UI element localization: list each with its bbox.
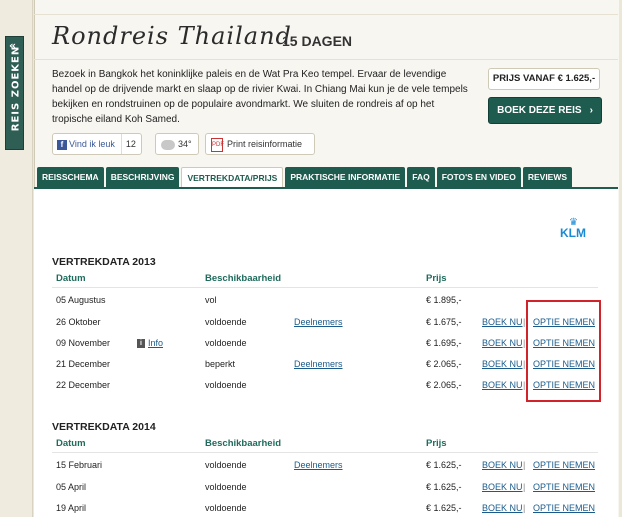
info-label[interactable]: Info	[148, 338, 163, 348]
tab-reisschema[interactable]: REISSCHEMA	[37, 167, 104, 187]
column-header-price: Prijs	[426, 438, 447, 449]
reis-zoeken-label: REIS ZOEKEN	[10, 45, 22, 132]
tab-beschrijving[interactable]: BESCHRIJVING	[105, 167, 180, 187]
column-header-availability: Beschikbaarheid	[205, 438, 282, 449]
tab-reviews[interactable]: REVIEWS	[522, 167, 573, 187]
book-now-link[interactable]: BOEK NU	[482, 482, 523, 492]
column-header-availability: Beschikbaarheid	[205, 273, 282, 284]
facebook-like-button[interactable]: f Vind ik leuk 12	[52, 133, 142, 155]
klm-logo: ♛ KLM	[553, 217, 593, 239]
link-separator: |	[523, 482, 526, 492]
klm-logo-text: KLM	[560, 226, 586, 240]
info-link[interactable]: i Info	[137, 338, 163, 349]
section-title-2014: VERTREKDATA 2014	[52, 421, 156, 433]
book-now-link[interactable]: BOEK NU	[482, 317, 523, 327]
take-option-link[interactable]: OPTIE NEMEN	[533, 482, 595, 492]
book-now-link[interactable]: BOEK NU	[482, 503, 523, 513]
row-date: 22 December	[56, 380, 111, 390]
take-option-link[interactable]: OPTIE NEMEN	[533, 503, 595, 513]
facebook-like-label: Vind ik leuk	[69, 139, 115, 149]
trip-days: 15 DAGEN	[282, 33, 353, 49]
link-separator: |	[523, 460, 526, 470]
sidebar: « REIS ZOEKEN	[0, 0, 33, 517]
row-availability: voldoende	[205, 482, 247, 492]
row-date: 05 April	[56, 482, 87, 492]
row-availability: voldoende	[205, 338, 247, 348]
row-price: € 1.895,-	[426, 295, 462, 305]
row-date: 09 November	[56, 338, 111, 348]
book-now-link[interactable]: BOEK NU	[482, 359, 523, 369]
column-header-price: Prijs	[426, 273, 447, 284]
print-info-button[interactable]: PDF Print reisinformatie	[205, 133, 315, 155]
print-info-label: Print reisinformatie	[227, 139, 303, 149]
participants-link[interactable]: Deelnemers	[294, 460, 343, 470]
section-title-2013: VERTREKDATA 2013	[52, 256, 156, 268]
column-header-date: Datum	[56, 438, 86, 449]
tab-faq[interactable]: FAQ	[407, 167, 435, 187]
header-divider	[52, 452, 598, 453]
book-trip-label: BOEK DEZE REIS	[497, 105, 582, 116]
facebook-icon: f	[57, 139, 67, 150]
column-header-date: Datum	[56, 273, 86, 284]
row-price: € 1.695,-	[426, 338, 462, 348]
pdf-icon: PDF	[211, 137, 224, 152]
row-date: 19 April	[56, 503, 87, 513]
link-separator: |	[523, 359, 526, 369]
row-date: 05 Augustus	[56, 295, 106, 305]
link-separator: |	[523, 338, 526, 348]
take-option-link[interactable]: OPTIE NEMEN	[533, 460, 595, 470]
weather-temperature: 34°	[178, 139, 192, 149]
reis-zoeken-tab[interactable]: « REIS ZOEKEN	[5, 36, 24, 150]
link-separator: |	[523, 380, 526, 390]
participants-link[interactable]: Deelnemers	[294, 317, 343, 327]
weather-cloud-icon	[161, 139, 175, 150]
book-now-link[interactable]: BOEK NU	[482, 380, 523, 390]
book-now-link[interactable]: BOEK NU	[482, 338, 523, 348]
info-icon: i	[137, 339, 145, 349]
row-availability: voldoende	[205, 380, 247, 390]
row-date: 21 December	[56, 359, 111, 369]
highlight-frame	[526, 300, 601, 402]
paper-line	[34, 59, 618, 60]
row-availability: beperkt	[205, 359, 236, 369]
row-price: € 2.065,-	[426, 359, 462, 369]
price-from-badge: PRIJS VANAF € 1.625,-	[488, 68, 600, 90]
tab-bar: REISSCHEMA BESCHRIJVING VERTREKDATA/PRIJ…	[37, 167, 573, 189]
row-price: € 1.625,-	[426, 482, 462, 492]
row-price: € 1.625,-	[426, 460, 462, 470]
weather-widget: 34°	[155, 133, 199, 155]
tab-vertrekdata-prijs[interactable]: VERTREKDATA/PRIJS	[181, 167, 284, 189]
row-availability: vol	[205, 295, 217, 305]
header-divider	[52, 287, 598, 288]
page-title: Rondreis Thailand	[52, 22, 292, 50]
row-date: 26 Oktober	[56, 317, 101, 327]
row-date: 15 Februari	[56, 460, 103, 470]
row-price: € 1.625,-	[426, 503, 462, 513]
tab-fotos-en-video[interactable]: FOTO'S EN VIDEO	[436, 167, 521, 187]
row-availability: voldoende	[205, 460, 247, 470]
participants-link[interactable]: Deelnemers	[294, 359, 343, 369]
row-availability: voldoende	[205, 503, 247, 513]
link-separator: |	[523, 317, 526, 327]
row-price: € 2.065,-	[426, 380, 462, 390]
tab-praktische-informatie[interactable]: PRAKTISCHE INFORMATIE	[285, 167, 406, 187]
paper-line	[34, 14, 618, 15]
row-availability: voldoende	[205, 317, 247, 327]
facebook-like-count: 12	[120, 134, 140, 154]
trip-description: Bezoek in Bangkok het koninklijke paleis…	[52, 69, 468, 125]
link-separator: |	[523, 503, 526, 513]
chevron-right-icon: ›	[589, 105, 593, 116]
book-now-link[interactable]: BOEK NU	[482, 460, 523, 470]
book-trip-button[interactable]: BOEK DEZE REIS ›	[488, 97, 602, 124]
row-price: € 1.675,-	[426, 317, 462, 327]
